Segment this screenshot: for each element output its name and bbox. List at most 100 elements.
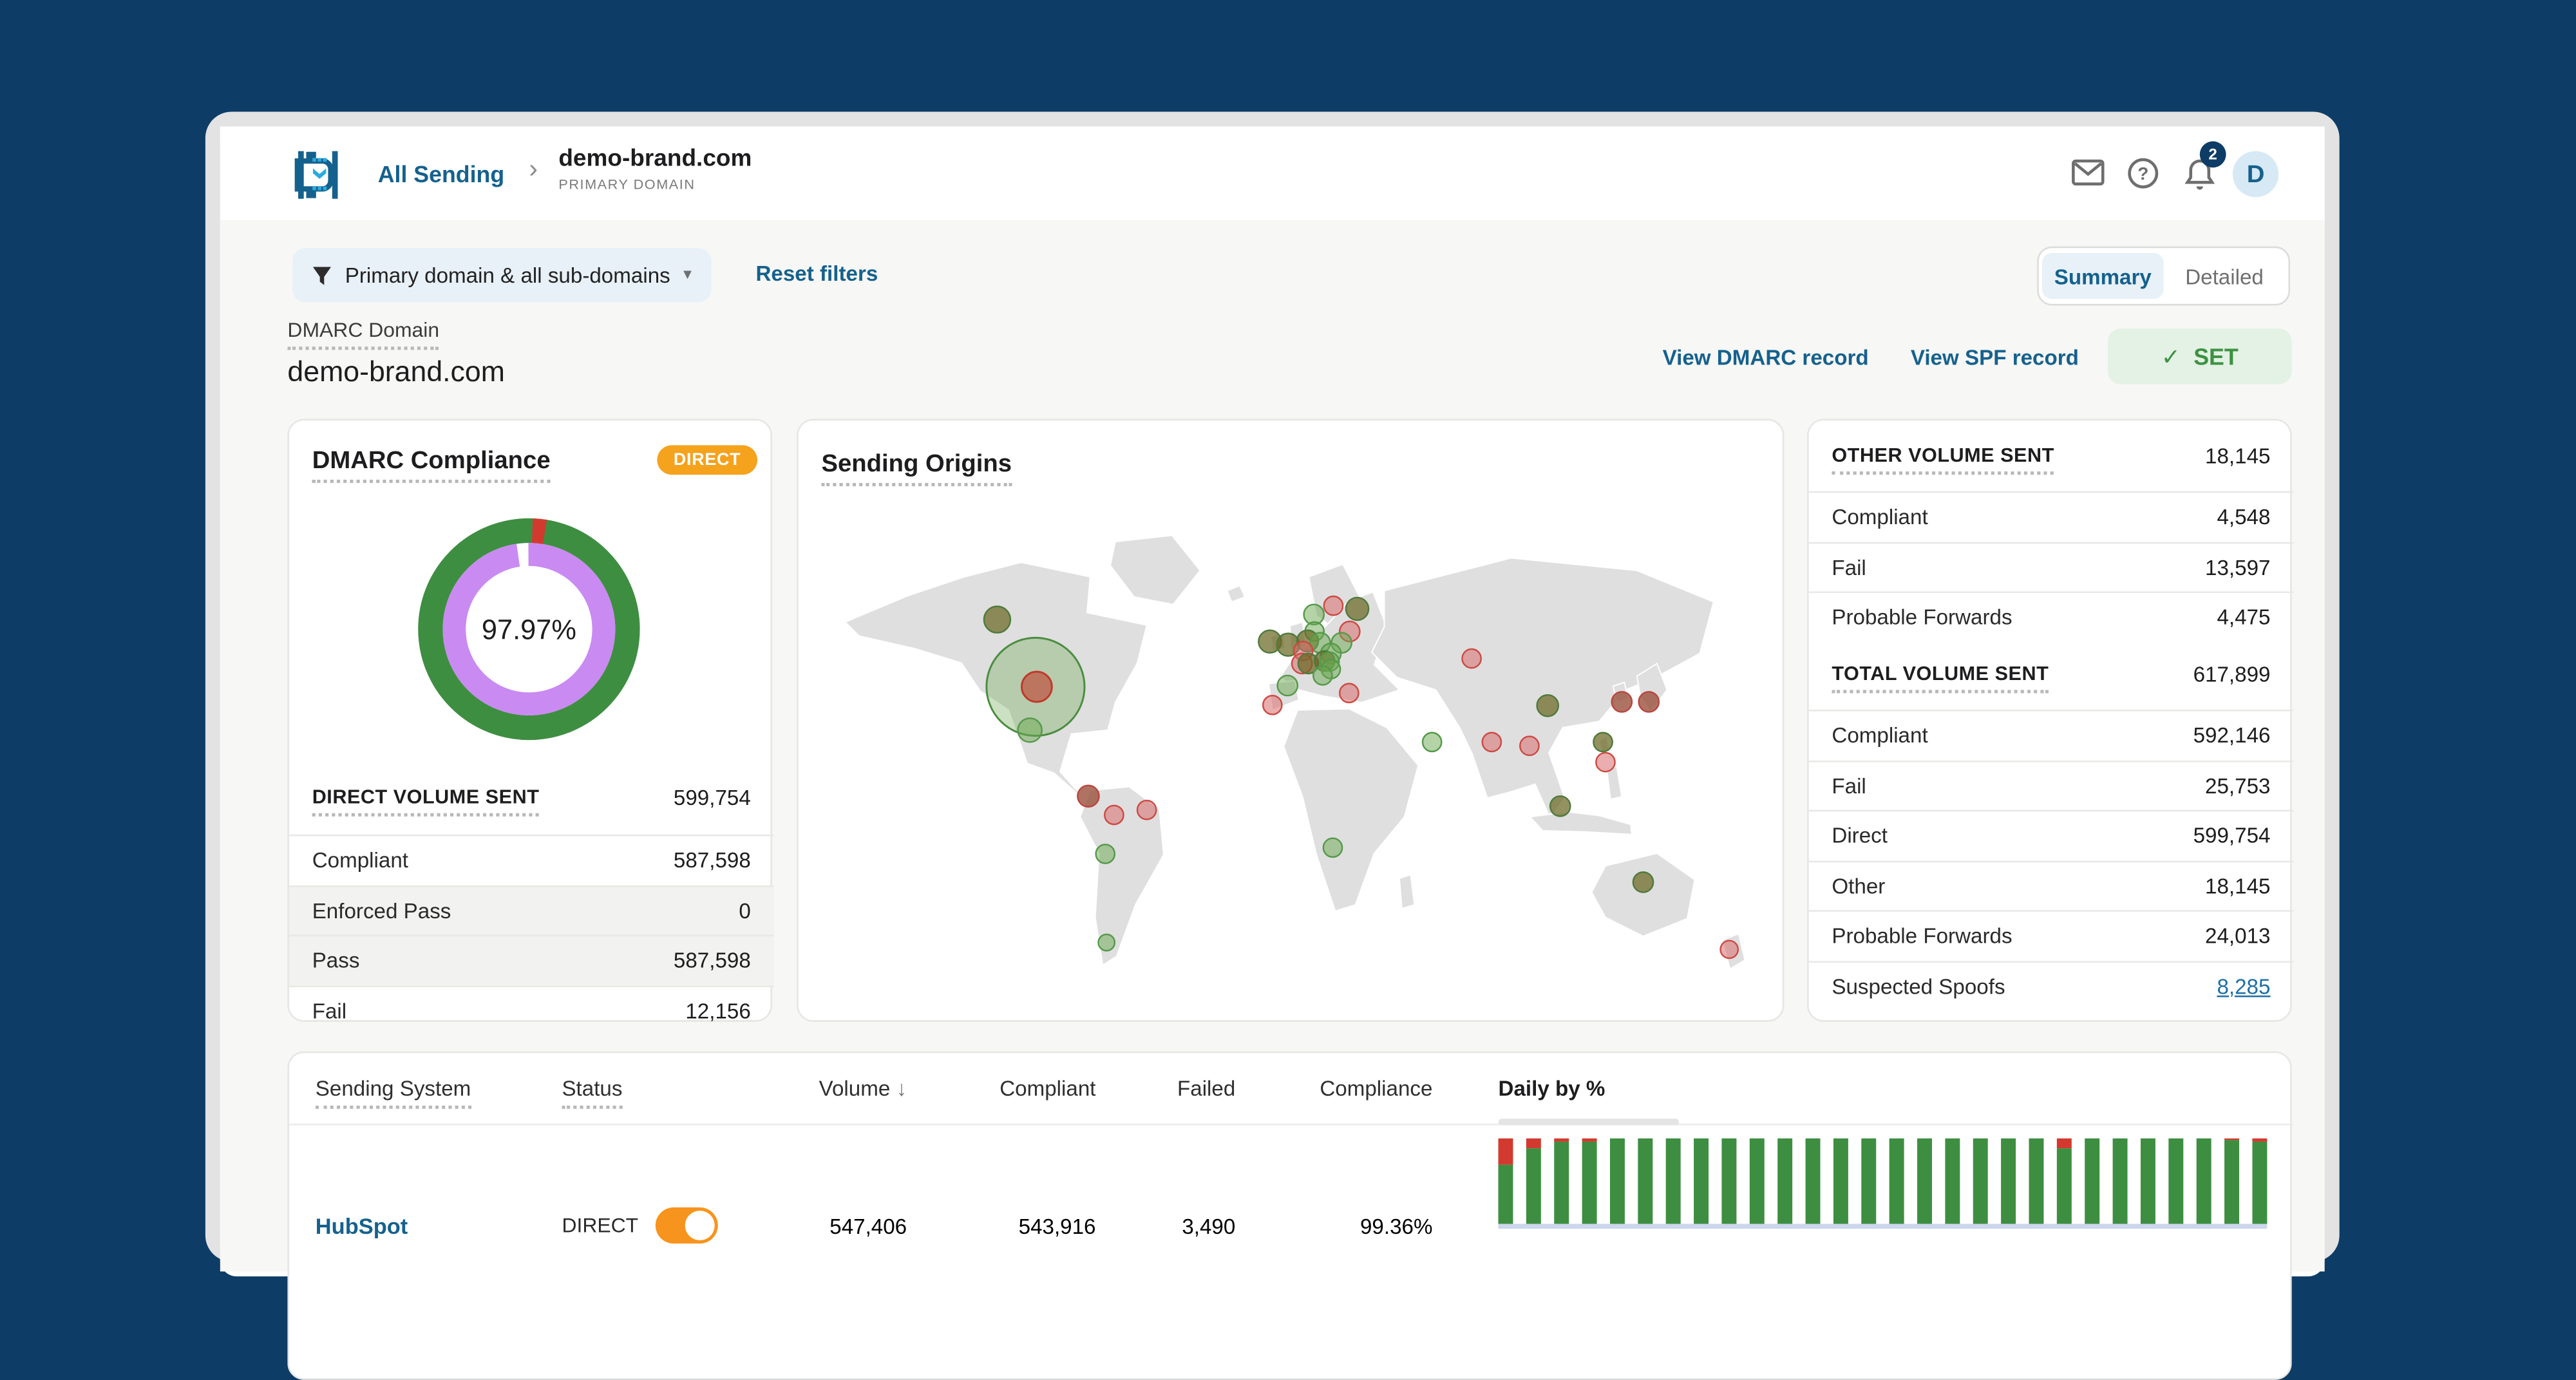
set-label: SET: [2193, 343, 2239, 370]
other-volume-rows: Compliant 4,548 Fail 13,597 Probable Forward…: [1808, 491, 2294, 641]
daily-bar: [2001, 1138, 2016, 1224]
col-daily-by-pct[interactable]: Daily by %: [1498, 1076, 1680, 1126]
dmarcian-logo[interactable]: [292, 148, 348, 202]
origin-dot-red[interactable]: [1323, 595, 1344, 616]
row-label: Direct: [1832, 823, 1888, 848]
origin-dot-red[interactable]: [1136, 799, 1157, 820]
breadcrumb-all-sending[interactable]: All Sending: [378, 161, 504, 187]
origin-dot-red[interactable]: [1481, 732, 1502, 753]
row-value: 0: [739, 898, 751, 923]
origin-dot-darkred[interactable]: [1638, 691, 1660, 713]
daily-bar: [1610, 1138, 1625, 1224]
world-map: [844, 534, 1746, 970]
filter-icon: [312, 266, 332, 285]
daily-bar: [2029, 1138, 2044, 1224]
value-row: Probable Forwards 24,013: [1808, 910, 2294, 960]
origin-dot-olive[interactable]: [1593, 732, 1613, 753]
origin-dot-darkred[interactable]: [1077, 784, 1100, 808]
status-toggle[interactable]: [654, 1207, 717, 1244]
row-value: 4,475: [2217, 605, 2271, 630]
origin-dot-red[interactable]: [1461, 648, 1482, 669]
direct-volume-value: 599,754: [673, 785, 751, 810]
sending-origins-card: Sending Origins: [797, 419, 1785, 1022]
dmarc-set-status-button[interactable]: ✓ SET: [2107, 328, 2292, 384]
origin-dot-darkred[interactable]: [1611, 691, 1633, 713]
origin-dot-green[interactable]: [1017, 717, 1043, 743]
notification-badge: 2: [2199, 141, 2226, 168]
daily-bar: [1638, 1138, 1653, 1224]
origin-dot-red-core[interactable]: [1021, 670, 1053, 703]
mail-icon[interactable]: [2072, 159, 2105, 186]
origin-dot-green[interactable]: [1312, 665, 1333, 686]
daily-bar: [1721, 1138, 1736, 1224]
value-row: Compliant 587,598: [289, 834, 774, 885]
view-dmarc-record-link[interactable]: View DMARC record: [1663, 345, 1869, 370]
sending-systems-table-card: Sending System Status Volume ↓ Compliant…: [287, 1051, 2294, 1380]
dmarc-domain-label: DMARC Domain: [287, 318, 440, 350]
col-status[interactable]: Status: [562, 1075, 759, 1109]
origin-dot-green[interactable]: [1276, 674, 1299, 697]
origin-dot-olive[interactable]: [1536, 694, 1560, 717]
origin-dot-green[interactable]: [1097, 933, 1116, 952]
origin-dot-red[interactable]: [1262, 694, 1283, 715]
col-sending-system[interactable]: Sending System: [315, 1075, 562, 1109]
table-row: HubSpot DIRECT 547,406 543,916 3,490 99.…: [289, 1127, 2293, 1324]
row-value-link[interactable]: 8,285: [2217, 974, 2270, 998]
row-label: Compliant: [1832, 723, 1928, 748]
origin-dot-red[interactable]: [1595, 751, 1616, 773]
daily-bar: [1973, 1138, 1988, 1224]
value-row: Compliant 4,548: [1808, 491, 2294, 542]
dmarc-domain-name: demo-brand.com: [287, 355, 505, 388]
col-compliant[interactable]: Compliant: [907, 1076, 1095, 1101]
row-label: Enforced Pass: [312, 898, 451, 923]
daily-bar: [1526, 1138, 1540, 1224]
col-failed[interactable]: Failed: [1096, 1076, 1235, 1101]
origin-dot-green[interactable]: [1322, 837, 1343, 858]
origin-dot-red[interactable]: [1338, 683, 1359, 704]
dmarc-compliance-card: DMARC Compliance DIRECT 97.97% DIRECT VO…: [287, 419, 774, 1023]
value-row: Fail 25,753: [1808, 759, 2294, 810]
daily-compliance-chart: [1498, 1138, 2268, 1229]
daily-bar: [2057, 1138, 2072, 1224]
daily-bar: [1694, 1138, 1709, 1224]
breadcrumb-separator: ›: [529, 156, 538, 184]
tab-summary[interactable]: Summary: [2041, 252, 2164, 299]
daily-bar: [1554, 1138, 1569, 1224]
other-volume-label: OTHER VOLUME SENT: [1832, 444, 2054, 475]
row-label: Pass: [312, 948, 360, 973]
value-row: Pass 587,598: [289, 934, 774, 985]
view-spf-record-link[interactable]: View SPF record: [1911, 345, 2079, 370]
primary-domain-label: PRIMARY DOMAIN: [558, 175, 696, 193]
origin-dot-green[interactable]: [1421, 732, 1443, 753]
help-icon[interactable]: ?: [2128, 158, 2159, 189]
row-value: 4,548: [2217, 504, 2271, 530]
domain-filter-dropdown[interactable]: Primary domain & all sub-domains ▾: [292, 248, 712, 303]
daily-chart-cell: [1498, 1138, 2268, 1229]
origin-dot-olive[interactable]: [1549, 795, 1571, 817]
value-row: Enforced Pass 0: [289, 884, 774, 935]
col-volume[interactable]: Volume ↓: [759, 1076, 907, 1101]
origin-dot-olive[interactable]: [1345, 596, 1370, 621]
origin-dot-olive[interactable]: [1632, 871, 1654, 893]
row-value: 24,013: [2205, 923, 2271, 949]
reset-filters-link[interactable]: Reset filters: [755, 261, 878, 286]
daily-bar: [2225, 1138, 2240, 1224]
daily-scrollbar[interactable]: [1498, 1119, 1680, 1126]
compliance-donut-chart: 97.97%: [418, 518, 640, 741]
daily-bar: [2197, 1138, 2211, 1224]
tab-detailed[interactable]: Detailed: [2164, 253, 2286, 299]
origin-dot-olive[interactable]: [983, 605, 1012, 634]
col-compliance[interactable]: Compliance: [1235, 1076, 1432, 1101]
row-label: Probable Forwards: [1832, 923, 2012, 949]
origin-dot-red[interactable]: [1104, 804, 1124, 826]
origin-dot-red[interactable]: [1719, 940, 1739, 959]
other-volume-value: 18,145: [2205, 443, 2271, 469]
daily-bar: [2169, 1138, 2184, 1224]
table-header-row: Sending System Status Volume ↓ Compliant…: [289, 1053, 2294, 1126]
daily-bar: [1665, 1138, 1680, 1224]
avatar[interactable]: D: [2232, 151, 2279, 198]
sending-system-link[interactable]: HubSpot: [316, 1213, 562, 1238]
origin-dot-red[interactable]: [1519, 735, 1540, 757]
origin-dot-green[interactable]: [1095, 844, 1116, 864]
daily-bar: [1889, 1138, 1904, 1224]
